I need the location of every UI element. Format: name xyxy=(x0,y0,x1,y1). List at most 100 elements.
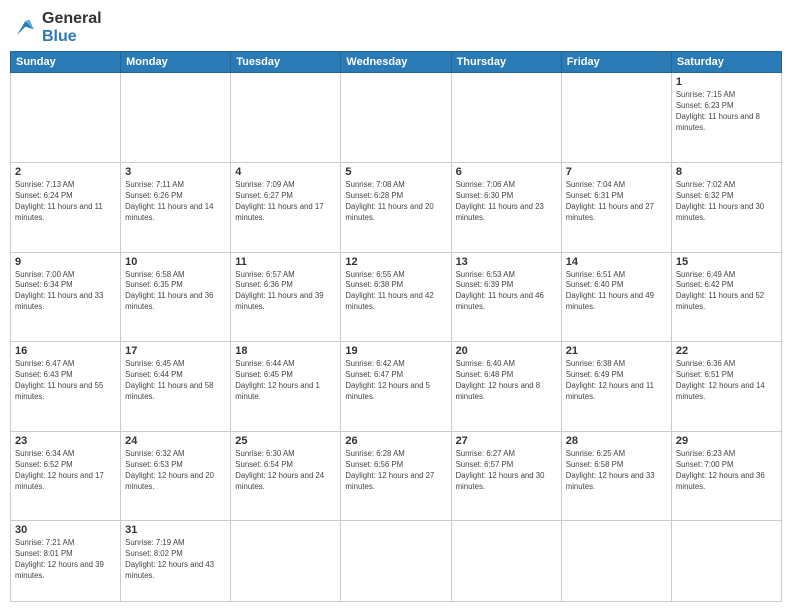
calendar-cell xyxy=(451,521,561,602)
day-number: 7 xyxy=(566,166,667,178)
day-info: Sunrise: 6:55 AM Sunset: 6:38 PM Dayligh… xyxy=(345,270,446,314)
day-info: Sunrise: 7:15 AM Sunset: 6:23 PM Dayligh… xyxy=(676,90,777,134)
day-number: 27 xyxy=(456,435,557,447)
logo-text: General Blue xyxy=(42,10,102,45)
calendar-cell: 16 Sunrise: 6:47 AM Sunset: 6:43 PM Dayli… xyxy=(11,342,121,432)
calendar-cell: 7Sunrise: 7:04 AM Sunset: 6:31 PM Daylig… xyxy=(561,162,671,252)
day-number: 4 xyxy=(235,166,336,178)
day-info: Sunrise: 6:47 AM Sunset: 6:43 PM Dayligh… xyxy=(15,359,116,403)
calendar-cell: 13 Sunrise: 6:53 AM Sunset: 6:39 PM Dayli… xyxy=(451,252,561,342)
calendar-cell: 26Sunrise: 6:28 AM Sunset: 6:56 PM Dayli… xyxy=(341,431,451,521)
general-blue-bird-icon xyxy=(10,14,38,42)
day-number: 31 xyxy=(125,524,226,536)
day-number: 18 xyxy=(235,345,336,357)
day-number: 24 xyxy=(125,435,226,447)
day-info: Sunrise: 6:42 AM Sunset: 6:47 PM Dayligh… xyxy=(345,359,446,403)
weekday-header-thursday: Thursday xyxy=(451,52,561,73)
day-info: Sunrise: 6:23 AM Sunset: 7:00 PM Dayligh… xyxy=(676,449,777,493)
day-info: Sunrise: 6:32 AM Sunset: 6:53 PM Dayligh… xyxy=(125,449,226,493)
page: General Blue SundayMondayTuesdayWednesda… xyxy=(0,0,792,612)
calendar-week-row: 1Sunrise: 7:15 AM Sunset: 6:23 PM Daylig… xyxy=(11,73,782,163)
calendar-week-row: 9 Sunrise: 7:00 AM Sunset: 6:34 PM Daylig… xyxy=(11,252,782,342)
calendar-cell: 15Sunrise: 6:49 AM Sunset: 6:42 PM Dayli… xyxy=(671,252,781,342)
calendar-cell: 4Sunrise: 7:09 AM Sunset: 6:27 PM Daylig… xyxy=(231,162,341,252)
calendar-cell: 11Sunrise: 6:57 AM Sunset: 6:36 PM Dayli… xyxy=(231,252,341,342)
calendar-cell xyxy=(561,521,671,602)
day-info: Sunrise: 7:00 AM Sunset: 6:34 PM Dayligh… xyxy=(15,270,116,314)
calendar-cell: 23Sunrise: 6:34 AM Sunset: 6:52 PM Dayli… xyxy=(11,431,121,521)
calendar-cell: 14 Sunrise: 6:51 AM Sunset: 6:40 PM Dayli… xyxy=(561,252,671,342)
day-info: Sunrise: 6:45 AM Sunset: 6:44 PM Dayligh… xyxy=(125,359,226,403)
calendar-body: 1Sunrise: 7:15 AM Sunset: 6:23 PM Daylig… xyxy=(11,73,782,602)
calendar-cell xyxy=(671,521,781,602)
day-info: Sunrise: 6:57 AM Sunset: 6:36 PM Dayligh… xyxy=(235,270,336,314)
calendar-cell xyxy=(11,73,121,163)
day-number: 19 xyxy=(345,345,446,357)
day-number: 17 xyxy=(125,345,226,357)
calendar-cell: 21Sunrise: 6:38 AM Sunset: 6:49 PM Dayli… xyxy=(561,342,671,432)
day-number: 25 xyxy=(235,435,336,447)
day-number: 8 xyxy=(676,166,777,178)
day-info: Sunrise: 6:34 AM Sunset: 6:52 PM Dayligh… xyxy=(15,449,116,493)
calendar-week-row: 23Sunrise: 6:34 AM Sunset: 6:52 PM Dayli… xyxy=(11,431,782,521)
day-number: 20 xyxy=(456,345,557,357)
calendar-cell: 10 Sunrise: 6:58 AM Sunset: 6:35 PM Dayli… xyxy=(121,252,231,342)
calendar-cell xyxy=(341,521,451,602)
day-info: Sunrise: 7:11 AM Sunset: 6:26 PM Dayligh… xyxy=(125,180,226,224)
calendar-cell xyxy=(231,73,341,163)
calendar-cell: 30Sunrise: 7:21 AM Sunset: 8:01 PM Dayli… xyxy=(11,521,121,602)
calendar-cell: 28Sunrise: 6:25 AM Sunset: 6:58 PM Dayli… xyxy=(561,431,671,521)
weekday-header-saturday: Saturday xyxy=(671,52,781,73)
calendar-cell: 6Sunrise: 7:06 AM Sunset: 6:30 PM Daylig… xyxy=(451,162,561,252)
calendar-week-row: 2 Sunrise: 7:13 AM Sunset: 6:24 PM Daylig… xyxy=(11,162,782,252)
calendar-cell: 1Sunrise: 7:15 AM Sunset: 6:23 PM Daylig… xyxy=(671,73,781,163)
day-number: 16 xyxy=(15,345,116,357)
day-number: 6 xyxy=(456,166,557,178)
day-number: 9 xyxy=(15,256,116,268)
day-info: Sunrise: 7:21 AM Sunset: 8:01 PM Dayligh… xyxy=(15,538,116,582)
weekday-header-sunday: Sunday xyxy=(11,52,121,73)
day-number: 12 xyxy=(345,256,446,268)
day-number: 10 xyxy=(125,256,226,268)
header: General Blue xyxy=(10,10,782,45)
day-info: Sunrise: 6:30 AM Sunset: 6:54 PM Dayligh… xyxy=(235,449,336,493)
calendar-cell: 8 Sunrise: 7:02 AM Sunset: 6:32 PM Daylig… xyxy=(671,162,781,252)
day-number: 29 xyxy=(676,435,777,447)
day-number: 3 xyxy=(125,166,226,178)
day-info: Sunrise: 6:27 AM Sunset: 6:57 PM Dayligh… xyxy=(456,449,557,493)
calendar-cell xyxy=(121,73,231,163)
day-info: Sunrise: 7:13 AM Sunset: 6:24 PM Dayligh… xyxy=(15,180,116,224)
calendar-cell xyxy=(231,521,341,602)
calendar-header: SundayMondayTuesdayWednesdayThursdayFrid… xyxy=(11,52,782,73)
calendar-cell: 29 Sunrise: 6:23 AM Sunset: 7:00 PM Dayli… xyxy=(671,431,781,521)
day-number: 2 xyxy=(15,166,116,178)
day-info: Sunrise: 6:53 AM Sunset: 6:39 PM Dayligh… xyxy=(456,270,557,314)
day-number: 5 xyxy=(345,166,446,178)
weekday-header-wednesday: Wednesday xyxy=(341,52,451,73)
calendar-cell: 22Sunrise: 6:36 AM Sunset: 6:51 PM Dayli… xyxy=(671,342,781,432)
day-info: Sunrise: 7:19 AM Sunset: 8:02 PM Dayligh… xyxy=(125,538,226,582)
calendar-cell: 17 Sunrise: 6:45 AM Sunset: 6:44 PM Dayli… xyxy=(121,342,231,432)
day-number: 22 xyxy=(676,345,777,357)
day-number: 13 xyxy=(456,256,557,268)
calendar-week-row: 30Sunrise: 7:21 AM Sunset: 8:01 PM Dayli… xyxy=(11,521,782,602)
day-number: 14 xyxy=(566,256,667,268)
weekday-header-friday: Friday xyxy=(561,52,671,73)
day-info: Sunrise: 7:02 AM Sunset: 6:32 PM Dayligh… xyxy=(676,180,777,224)
calendar-cell: 19 Sunrise: 6:42 AM Sunset: 6:47 PM Dayli… xyxy=(341,342,451,432)
day-info: Sunrise: 6:40 AM Sunset: 6:48 PM Dayligh… xyxy=(456,359,557,403)
calendar-cell xyxy=(341,73,451,163)
calendar-cell: 27 Sunrise: 6:27 AM Sunset: 6:57 PM Dayli… xyxy=(451,431,561,521)
day-info: Sunrise: 6:58 AM Sunset: 6:35 PM Dayligh… xyxy=(125,270,226,314)
day-info: Sunrise: 6:38 AM Sunset: 6:49 PM Dayligh… xyxy=(566,359,667,403)
calendar-table: SundayMondayTuesdayWednesdayThursdayFrid… xyxy=(10,51,782,602)
day-info: Sunrise: 6:49 AM Sunset: 6:42 PM Dayligh… xyxy=(676,270,777,314)
calendar-cell: 2 Sunrise: 7:13 AM Sunset: 6:24 PM Daylig… xyxy=(11,162,121,252)
calendar-cell: 25 Sunrise: 6:30 AM Sunset: 6:54 PM Dayli… xyxy=(231,431,341,521)
calendar-week-row: 16 Sunrise: 6:47 AM Sunset: 6:43 PM Dayli… xyxy=(11,342,782,432)
day-info: Sunrise: 6:28 AM Sunset: 6:56 PM Dayligh… xyxy=(345,449,446,493)
day-info: Sunrise: 6:51 AM Sunset: 6:40 PM Dayligh… xyxy=(566,270,667,314)
calendar-cell: 31 Sunrise: 7:19 AM Sunset: 8:02 PM Dayli… xyxy=(121,521,231,602)
calendar-cell xyxy=(561,73,671,163)
calendar-cell: 9 Sunrise: 7:00 AM Sunset: 6:34 PM Daylig… xyxy=(11,252,121,342)
